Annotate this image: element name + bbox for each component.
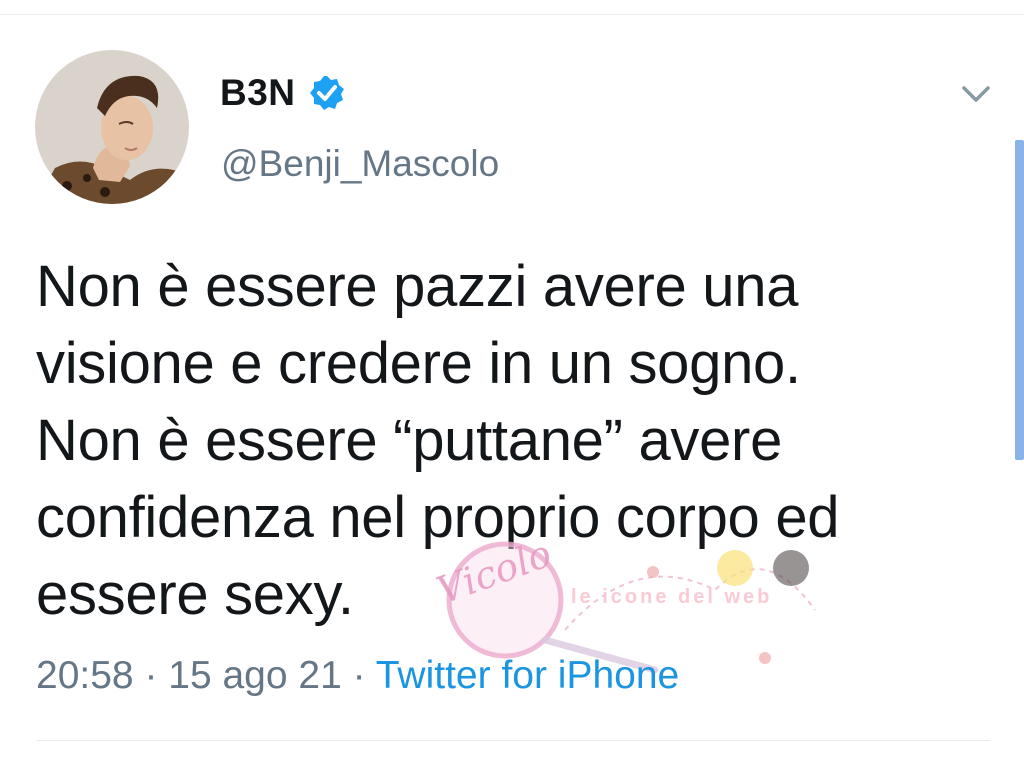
tweet-text-line: Non è essere pazzi avere una xyxy=(36,254,799,319)
scrollbar-thumb[interactable] xyxy=(1015,140,1024,460)
tweet-meta: 20:58 · 15 ago 21 · Twitter for iPhone xyxy=(36,654,679,698)
meta-separator: · xyxy=(341,654,376,697)
tweet-text-line: essere sexy. xyxy=(36,562,354,627)
tweet-text-line: visione e credere in un sogno. xyxy=(36,331,801,396)
tweet-text-line: Non è essere “puttane” avere xyxy=(36,408,783,473)
display-name[interactable]: B3N xyxy=(220,72,346,114)
chevron-down-icon[interactable] xyxy=(956,76,996,110)
meta-separator: · xyxy=(133,654,169,697)
tweet-text: Non è essere pazzi avere una visione e c… xyxy=(36,248,966,633)
display-name-text: B3N xyxy=(220,72,296,113)
tweet-card: B3N @Benji_Mascolo Non è essere pazzi av… xyxy=(0,0,1024,778)
user-handle[interactable]: @Benji_Mascolo xyxy=(221,143,499,185)
top-divider xyxy=(0,14,1024,15)
avatar[interactable] xyxy=(35,50,189,204)
tweet-date[interactable]: 15 ago 21 xyxy=(168,654,342,697)
bottom-divider xyxy=(36,740,990,741)
tweet-time[interactable]: 20:58 xyxy=(36,654,134,697)
verified-badge-icon xyxy=(308,74,346,112)
tweet-source-link[interactable]: Twitter for iPhone xyxy=(376,654,679,697)
tweet-text-line: confidenza nel proprio corpo ed xyxy=(36,485,840,550)
